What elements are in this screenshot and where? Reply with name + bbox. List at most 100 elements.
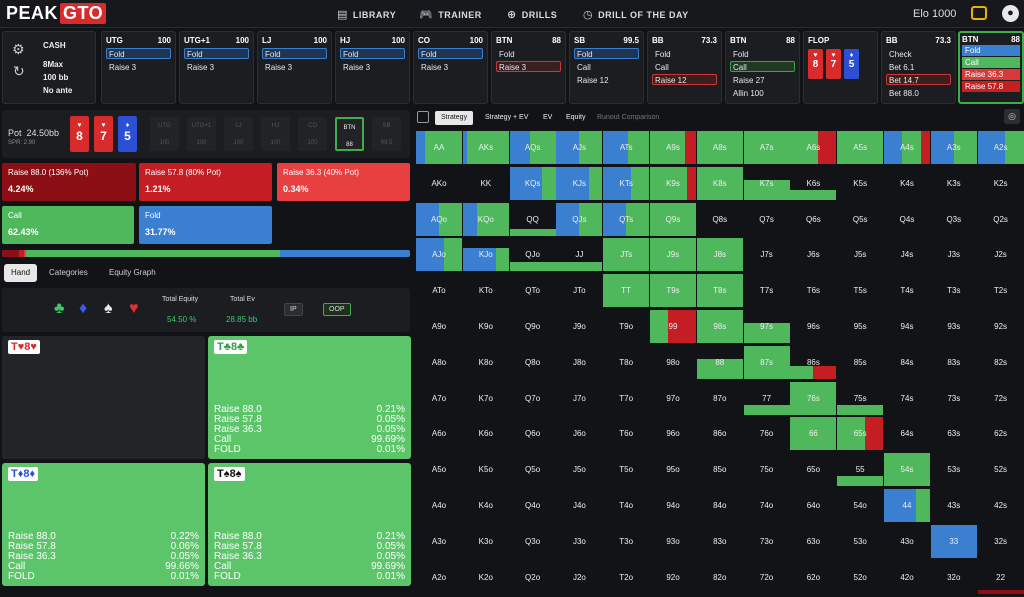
combo-panel[interactable]: T♣8♣ Raise 88.0 0.21% Raise 57.8 0.05% Raise … xyxy=(208,336,411,459)
strategy-tab-2[interactable]: EV xyxy=(537,111,558,125)
ip-toggle[interactable]: IP xyxy=(284,303,303,316)
hand-cell[interactable]: A2s xyxy=(977,131,1024,164)
hand-cell[interactable]: JTs xyxy=(603,238,650,272)
hand-cell[interactable]: Q8o xyxy=(510,346,556,379)
hand-cell[interactable]: Q2s xyxy=(978,203,1024,236)
position-action[interactable]: Raise 3 xyxy=(262,61,327,72)
position-action[interactable]: Raise 3 xyxy=(496,61,561,72)
hand-cell[interactable]: ATo xyxy=(416,274,462,307)
hand-cell[interactable]: 65o xyxy=(790,453,836,486)
hand-cell[interactable]: 83s xyxy=(931,346,977,379)
seat-utg+1[interactable]: UTG+1 100 xyxy=(187,117,216,151)
layout-icon[interactable] xyxy=(417,111,429,123)
hand-cell[interactable]: KQs xyxy=(509,166,556,200)
hand-cell[interactable]: JTo xyxy=(556,274,602,307)
hand-cell[interactable]: 65s xyxy=(837,417,884,451)
hand-cell[interactable]: 76o xyxy=(744,417,790,450)
hand-cell[interactable]: A9o xyxy=(416,310,462,343)
hand-cell[interactable]: 94s xyxy=(884,310,930,343)
hand-cell[interactable]: KJs xyxy=(556,166,603,200)
hand-cell[interactable]: 55 xyxy=(837,453,884,487)
hand-cell[interactable]: J2s xyxy=(978,238,1024,271)
hand-cell[interactable]: T4o xyxy=(603,489,649,522)
strategy-tab-1[interactable]: Strategy + EV xyxy=(479,111,534,125)
hand-cell[interactable]: 96o xyxy=(650,417,696,450)
position-action[interactable]: Fold xyxy=(418,48,483,59)
hand-cell[interactable]: J7o xyxy=(556,382,602,415)
hand-cell[interactable]: K2s xyxy=(978,167,1024,200)
hand-cell[interactable]: K5o xyxy=(463,453,509,486)
hand-cell[interactable]: 22 xyxy=(977,561,1024,594)
hand-cell[interactable]: T2s xyxy=(978,274,1024,307)
hand-cell[interactable]: AQo xyxy=(416,202,462,236)
hand-cell[interactable]: 66 xyxy=(790,417,837,451)
hand-cell[interactable]: AA xyxy=(416,131,462,164)
position-action[interactable]: Call xyxy=(652,61,717,72)
hand-cell[interactable]: 72s xyxy=(978,382,1024,415)
hand-cell[interactable]: T9o xyxy=(603,310,649,343)
position-card-bb-flop[interactable]: BB 73.3 Check Bet 6.1 Bet 14.7 Bet 88.0 xyxy=(881,31,956,104)
hand-cell[interactable]: 84o xyxy=(697,489,743,522)
position-action[interactable]: Raise 12 xyxy=(574,74,639,85)
hand-cell[interactable]: T7s xyxy=(744,274,790,307)
hand-cell[interactable]: 33 xyxy=(930,524,977,558)
hand-cell[interactable]: 97s xyxy=(743,310,790,343)
hand-cell[interactable]: 62s xyxy=(978,417,1024,450)
position-action[interactable]: Raise 3 xyxy=(340,61,405,72)
hand-cell[interactable]: AJo xyxy=(416,238,462,272)
hand-cell[interactable]: A5o xyxy=(416,453,462,486)
hand-cell[interactable]: 99 xyxy=(650,310,696,343)
gamepad-icon[interactable]: ◎ xyxy=(1004,109,1020,124)
hand-cell[interactable]: K6s xyxy=(790,167,837,200)
club-icon[interactable]: ♣ xyxy=(54,300,65,318)
hand-cell[interactable]: A3s xyxy=(930,131,977,164)
hand-cell[interactable]: JJ xyxy=(556,238,603,272)
combo-panel[interactable]: T♥8♥ xyxy=(2,336,205,459)
hand-cell[interactable]: A4o xyxy=(416,489,462,522)
hand-cell[interactable]: A9s xyxy=(650,131,696,164)
hand-cell[interactable]: J3s xyxy=(931,238,977,271)
hand-cell[interactable]: 76s xyxy=(790,381,837,415)
position-action[interactable]: Raise 3 xyxy=(184,61,249,72)
strategy-tab-3[interactable]: Equity xyxy=(560,111,591,125)
hand-cell[interactable]: AQs xyxy=(509,131,556,164)
hand-cell[interactable]: QJo xyxy=(509,238,556,272)
position-card-btn[interactable]: BTN 88 Fold Call Raise 27 Allin 100 xyxy=(725,31,800,104)
action-button-4[interactable]: Fold 31.77% xyxy=(139,206,272,244)
position-action[interactable]: Fold xyxy=(496,48,561,59)
hand-cell[interactable]: Q3s xyxy=(931,203,977,236)
hand-cell[interactable]: 32o xyxy=(931,561,977,594)
hand-cell[interactable]: A2o xyxy=(416,561,462,594)
position-action[interactable]: Fold xyxy=(652,48,717,59)
hand-cell[interactable]: 85o xyxy=(697,453,743,486)
combo-panel[interactable]: T♦8♦ Raise 88.0 0.22% Raise 57.8 0.06% Raise … xyxy=(2,463,205,586)
hand-cell[interactable]: T8o xyxy=(603,346,649,379)
position-action[interactable]: Check xyxy=(886,48,951,59)
hand-cell[interactable]: 75o xyxy=(744,453,790,486)
hand-cell[interactable]: T6o xyxy=(603,417,649,450)
hand-cell[interactable]: QTo xyxy=(510,274,556,307)
hand-cell[interactable]: 83o xyxy=(697,525,743,558)
hand-cell[interactable]: Q5s xyxy=(837,203,883,236)
hand-cell[interactable]: 54s xyxy=(884,453,930,487)
hand-cell[interactable]: 77 xyxy=(743,382,790,415)
seat-btn[interactable]: BTN 88 xyxy=(335,117,364,151)
combo-panel[interactable]: T♠8♠ Raise 88.0 0.21% Raise 57.8 0.05% Raise … xyxy=(208,463,411,586)
hand-cell[interactable]: KTs xyxy=(603,166,650,200)
hand-cell[interactable]: QQ xyxy=(509,203,556,236)
position-action[interactable]: Fold xyxy=(106,48,171,59)
hand-cell[interactable]: K2o xyxy=(463,561,509,594)
chat-icon[interactable] xyxy=(971,6,987,20)
position-action[interactable]: Raise 3 xyxy=(418,61,483,72)
hand-cell[interactable]: K4s xyxy=(884,167,930,200)
hand-cell[interactable]: 92o xyxy=(650,561,696,594)
action-option[interactable]: Fold xyxy=(962,45,1020,56)
hand-cell[interactable]: 52s xyxy=(978,453,1024,486)
hand-cell[interactable]: J9o xyxy=(556,310,602,343)
position-action[interactable]: Allin 100 xyxy=(730,87,795,98)
seat-hj[interactable]: HJ 100 xyxy=(261,117,290,151)
position-action[interactable]: Call xyxy=(730,61,795,72)
hand-cell[interactable]: J5s xyxy=(837,238,883,271)
position-card-utg+1[interactable]: UTG+1 100 Fold Raise 3 xyxy=(179,31,254,104)
hand-cell[interactable]: KQo xyxy=(462,202,509,236)
